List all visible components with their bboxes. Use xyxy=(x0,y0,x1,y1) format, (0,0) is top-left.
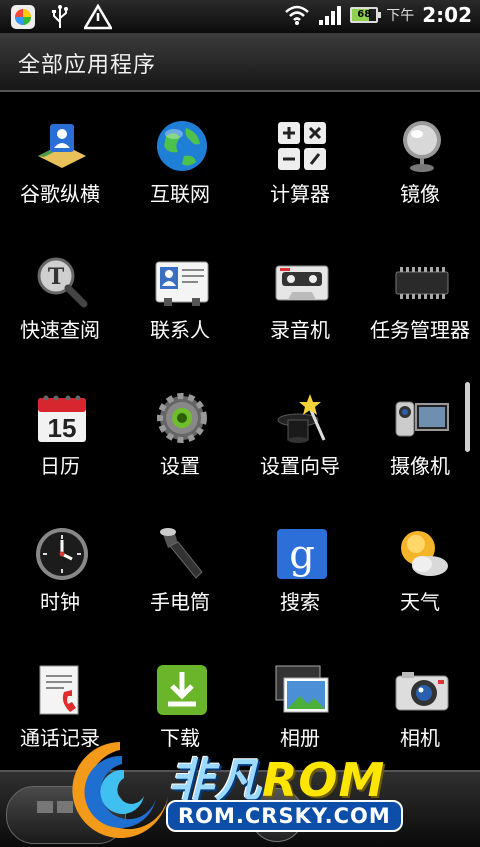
app-label: 谷歌纵横 xyxy=(20,182,100,206)
app-label: 录音机 xyxy=(270,318,330,342)
usb-icon xyxy=(52,5,68,28)
weather-icon xyxy=(401,531,448,576)
download-icon xyxy=(157,665,207,715)
svg-text:g: g xyxy=(289,532,315,578)
battery-level: 68 xyxy=(357,9,372,20)
cassette-icon xyxy=(275,265,329,301)
scrollbar[interactable] xyxy=(465,382,470,452)
app-label: 时钟 xyxy=(40,590,80,614)
mirror-icon xyxy=(403,121,441,172)
calendar-icon: 15 xyxy=(38,395,86,443)
color-wheel-icon xyxy=(11,5,35,29)
app-label: 互联网 xyxy=(150,182,210,206)
app-calendar[interactable]: 15 日历 xyxy=(0,366,120,502)
status-ampm: 下午 xyxy=(386,8,415,24)
app-calculator[interactable]: 计算器 xyxy=(240,94,360,230)
app-quick-lookup[interactable]: T 快速查阅 xyxy=(0,230,120,366)
calculator-icon xyxy=(278,122,326,170)
app-setup-wizard[interactable]: 设置向导 xyxy=(240,366,360,502)
watermark: 非凡ROM ROM.CRSKY.COM xyxy=(70,736,480,847)
call-log-icon xyxy=(39,665,79,715)
app-clock[interactable]: 时钟 xyxy=(0,502,120,638)
wifi-icon xyxy=(285,5,310,25)
app-label: 手电筒 xyxy=(150,590,210,614)
chip-icon xyxy=(395,267,449,299)
status-time: 2:02 xyxy=(422,3,472,27)
app-label: 联系人 xyxy=(150,318,210,342)
app-mirror[interactable]: 镜像 xyxy=(360,94,480,230)
app-weather[interactable]: 天气 xyxy=(360,502,480,638)
app-search[interactable]: g 搜索 xyxy=(240,502,360,638)
app-label: 日历 xyxy=(40,454,80,478)
page-title: 全部应用程序 xyxy=(18,53,157,78)
watermark-url: ROM.CRSKY.COM xyxy=(166,800,403,832)
app-label: 搜索 xyxy=(280,590,320,614)
globe-icon xyxy=(157,121,207,171)
app-settings[interactable]: 设置 xyxy=(120,366,240,502)
app-label: 天气 xyxy=(400,590,440,614)
latitude-icon xyxy=(38,124,86,168)
app-internet[interactable]: 互联网 xyxy=(120,94,240,230)
app-camcorder[interactable]: 摄像机 xyxy=(360,366,480,502)
svg-text:T: T xyxy=(48,264,65,290)
camcorder-icon xyxy=(395,401,449,437)
app-task-manager[interactable]: 任务管理器 xyxy=(360,230,480,366)
magnifier-icon: T xyxy=(37,257,88,308)
magic-hat-icon xyxy=(277,394,326,443)
flashlight-icon xyxy=(160,528,203,579)
google-search-icon: g xyxy=(277,529,327,579)
app-label: 任务管理器 xyxy=(370,318,470,342)
app-label: 计算器 xyxy=(270,182,330,206)
gear-icon xyxy=(157,393,207,443)
gallery-icon xyxy=(275,665,329,713)
battery-icon: 68 xyxy=(350,7,382,23)
app-latitude[interactable]: 谷歌纵横 xyxy=(0,94,120,230)
app-drawer-header: 全部应用程序 xyxy=(0,34,480,92)
warning-icon xyxy=(84,4,112,30)
app-recorder[interactable]: 录音机 xyxy=(240,230,360,366)
app-label: 摄像机 xyxy=(390,454,450,478)
app-flashlight[interactable]: 手电筒 xyxy=(120,502,240,638)
app-contacts[interactable]: 联系人 xyxy=(120,230,240,366)
watermark-title-rom: ROM xyxy=(262,753,386,807)
status-bar: 68 下午 2:02 xyxy=(0,0,480,34)
watermark-logo xyxy=(72,742,168,838)
app-label: 镜像 xyxy=(400,182,440,206)
app-label: 设置向导 xyxy=(260,454,340,478)
clock-icon xyxy=(36,528,88,580)
contacts-icon xyxy=(155,261,209,306)
signal-icon xyxy=(319,6,342,25)
app-label: 快速查阅 xyxy=(20,318,100,342)
camera-icon xyxy=(395,672,449,711)
watermark-title-cn: 非凡 xyxy=(168,753,262,807)
calendar-day: 15 xyxy=(48,413,77,443)
app-label: 设置 xyxy=(160,454,200,478)
